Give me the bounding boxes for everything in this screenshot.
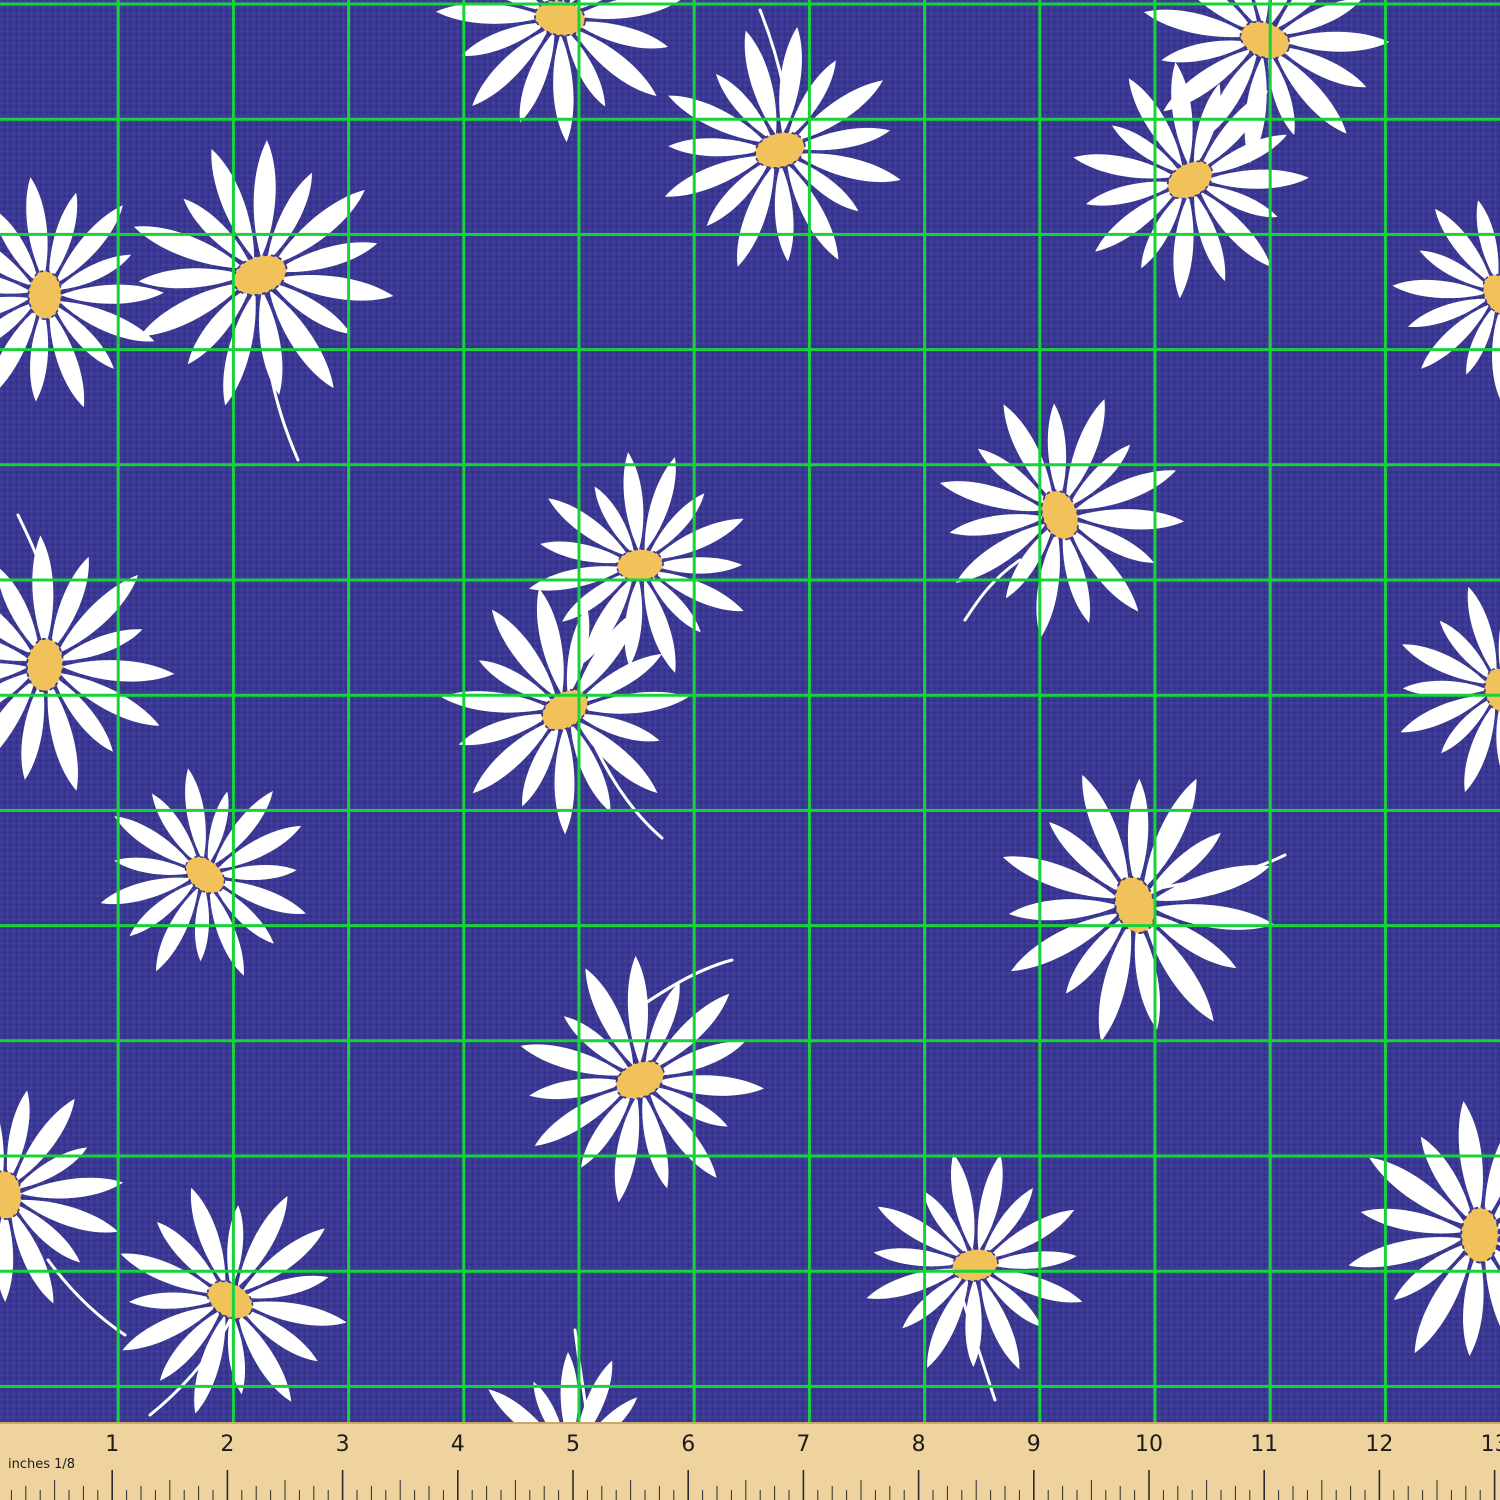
ruler-number: 7 [796,1432,811,1457]
fabric-swatch: 12345678910111213 inches 1/8 [0,0,1500,1500]
ruler-number: 6 [681,1432,696,1457]
ruler-number: 13 [1480,1432,1500,1457]
ruler-number: 10 [1135,1432,1163,1457]
ruler-number: 4 [450,1432,465,1457]
ruler-number: 3 [335,1432,350,1457]
daisy-pattern [0,0,1500,1422]
ruler-number: 2 [220,1432,235,1457]
ruler-number: 11 [1250,1432,1279,1457]
ruler-number: 12 [1365,1432,1394,1457]
ruler-number: 8 [911,1432,926,1457]
ruler-unit-label: inches 1/8 [8,1457,76,1472]
inch-ruler: 12345678910111213 inches 1/8 [0,1422,1500,1500]
ruler-number: 9 [1026,1432,1041,1457]
ruler-number: 5 [566,1432,580,1457]
ruler-number: 1 [105,1432,120,1457]
